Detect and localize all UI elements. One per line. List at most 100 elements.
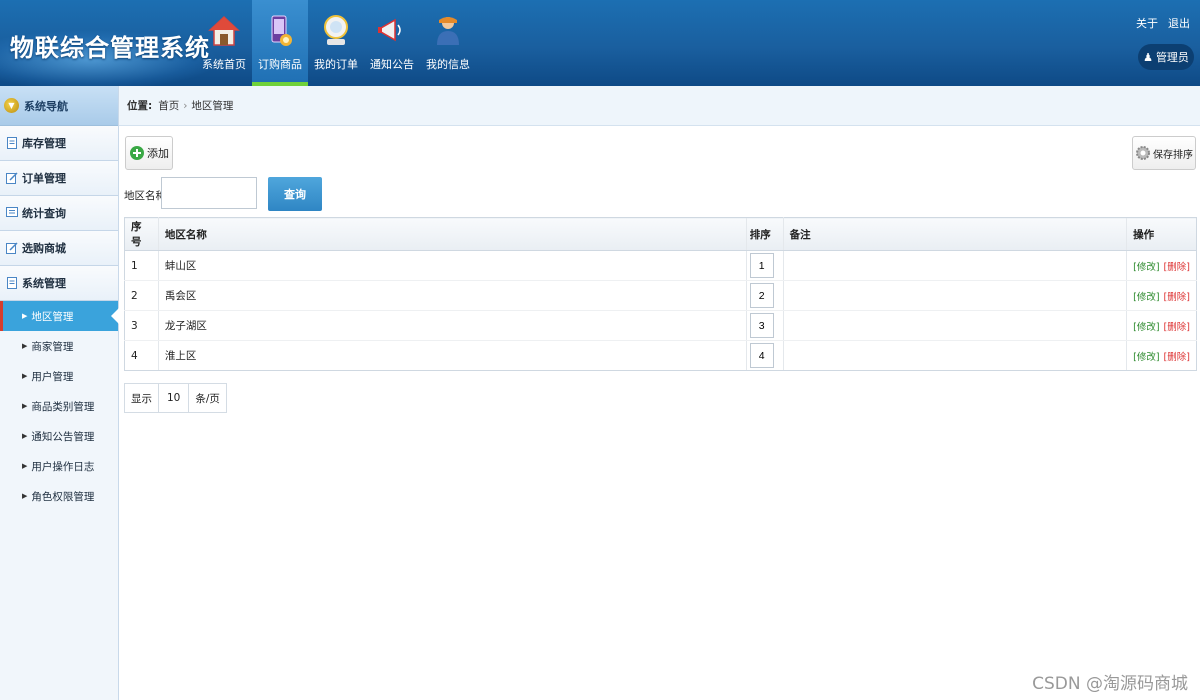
breadcrumb-home[interactable]: 首页 <box>158 98 179 113</box>
cell-note <box>783 340 1127 371</box>
cell-ops: [修改] [删除] <box>1126 280 1197 311</box>
table-row: 2 禹会区 [修改] [删除] <box>124 280 1197 311</box>
app-brand: 物联综合管理系统 <box>10 34 210 62</box>
triangle-right-icon: ▶ <box>22 312 28 320</box>
cell-idx: 2 <box>124 280 159 311</box>
nav-item-notices[interactable]: 通知公告 <box>364 0 420 86</box>
cell-sort <box>745 250 784 281</box>
menu-group-label: 统计查询 <box>22 207 66 220</box>
nav-item-my-info[interactable]: 我的信息 <box>420 0 476 86</box>
sidebar-item-label: 用户操作日志 <box>31 460 95 473</box>
sidebar-item-category[interactable]: ▶ 商品类别管理 <box>0 391 118 421</box>
pager: 显示 10 条/页 <box>124 383 227 413</box>
logout-link[interactable]: 退出 <box>1168 15 1190 31</box>
pager-show-label: 显示 <box>131 392 152 405</box>
menu-group-mall[interactable]: 选购商城 <box>0 231 118 266</box>
sort-input[interactable] <box>749 313 774 338</box>
nav-label: 系统首页 <box>202 58 246 71</box>
page-size-select[interactable]: 10 <box>158 384 190 412</box>
sidebar-item-label: 通知公告管理 <box>31 430 95 443</box>
sidebar-item-notice[interactable]: ▶ 通知公告管理 <box>0 421 118 451</box>
cell-note <box>783 250 1127 281</box>
edit-icon <box>6 172 18 184</box>
phone-icon <box>271 15 292 46</box>
about-link[interactable]: 关于 <box>1136 15 1158 31</box>
cell-idx: 3 <box>124 310 159 341</box>
delete-link[interactable]: [删除] <box>1164 322 1190 333</box>
sidebar-item-region[interactable]: ▶ 地区管理 <box>0 301 119 331</box>
triangle-right-icon: ▶ <box>22 432 28 440</box>
col-header-idx: 序号 <box>124 217 159 251</box>
delete-link[interactable]: [删除] <box>1164 292 1190 303</box>
breadcrumb-separator: › <box>183 99 188 112</box>
cell-sort <box>745 340 784 371</box>
sort-input[interactable] <box>749 343 774 368</box>
menu-group-label: 选购商城 <box>22 242 66 255</box>
menu-group-inventory[interactable]: 库存管理 <box>0 126 118 161</box>
region-name-input[interactable] <box>161 177 257 209</box>
region-table: 序号 地区名称 排序 备注 操作 1 蚌山区 [修改] [删除] 2 禹会区 [修… <box>124 217 1197 371</box>
sort-input[interactable] <box>749 283 774 308</box>
cell-idx: 1 <box>124 250 159 281</box>
user-badge[interactable]: ♟ 管理员 <box>1138 44 1194 70</box>
edit-link[interactable]: [修改] <box>1133 352 1159 363</box>
sidebar-item-merchant[interactable]: ▶ 商家管理 <box>0 331 118 361</box>
sidebar-header: ▼ 系统导航 <box>0 86 118 126</box>
add-button-label: 添加 <box>147 147 169 160</box>
menu-group-orders[interactable]: 订单管理 <box>0 161 118 196</box>
sidebar-title: 系统导航 <box>24 99 68 113</box>
cell-name: 蚌山区 <box>158 250 747 281</box>
cell-ops: [修改] [删除] <box>1126 250 1197 281</box>
sidebar-item-label: 商家管理 <box>31 340 74 353</box>
cell-sort <box>745 280 784 311</box>
triangle-right-icon: ▶ <box>22 342 28 350</box>
nav-item-my-orders[interactable]: 我的订单 <box>308 0 364 86</box>
chevron-down-icon: ▼ <box>4 98 19 113</box>
gear-icon <box>1136 146 1150 160</box>
save-sort-button[interactable]: 保存排序 <box>1132 136 1196 170</box>
col-header-note: 备注 <box>783 217 1127 251</box>
document-icon <box>7 137 17 149</box>
nav-label: 我的信息 <box>426 58 470 71</box>
plus-circle-icon <box>130 146 144 160</box>
sidebar-item-label: 地区管理 <box>31 310 74 323</box>
sidebar-item-users[interactable]: ▶ 用户管理 <box>0 361 118 391</box>
sidebar-item-log[interactable]: ▶ 用户操作日志 <box>0 451 118 481</box>
edit-link[interactable]: [修改] <box>1133 322 1159 333</box>
nav-label: 订购商品 <box>258 58 302 71</box>
table-header-row: 序号 地区名称 排序 备注 操作 <box>124 217 1197 251</box>
triangle-right-icon: ▶ <box>22 372 28 380</box>
sort-input[interactable] <box>749 253 774 278</box>
cell-note <box>783 310 1127 341</box>
list-icon <box>6 207 18 217</box>
sidebar-item-roles[interactable]: ▶ 角色权限管理 <box>0 481 118 511</box>
query-button[interactable]: 查询 <box>268 177 322 211</box>
delete-link[interactable]: [删除] <box>1164 262 1190 273</box>
menu-group-statistics[interactable]: 统计查询 <box>0 196 118 231</box>
triangle-right-icon: ▶ <box>22 492 28 500</box>
house-icon <box>208 15 240 46</box>
top-links: 关于 退出 <box>1136 15 1190 31</box>
triangle-right-icon: ▶ <box>22 402 28 410</box>
nav-item-home[interactable]: 系统首页 <box>196 0 252 86</box>
table-row: 4 淮上区 [修改] [删除] <box>124 340 1197 371</box>
cell-sort <box>745 310 784 341</box>
monitor-icon <box>324 15 348 45</box>
edit-link[interactable]: [修改] <box>1133 262 1159 273</box>
watermark: CSDN @淘源码商城 <box>1032 674 1188 694</box>
edit-link[interactable]: [修改] <box>1133 292 1159 303</box>
app-header: 物联综合管理系统 系统首页 订购商品 我的订单 通知公告 我的信息 关于 退出 … <box>0 0 1200 86</box>
sidebar: ▼ 系统导航 库存管理 订单管理 统计查询 选购商城 系统管理 ▶ 地区管理 ▶… <box>0 86 119 700</box>
main-content: 位置: 首页 › 地区管理 添加 保存排序 地区名称 查询 序号 地区名称 排序… <box>119 86 1200 700</box>
delete-link[interactable]: [删除] <box>1164 352 1190 363</box>
menu-group-system[interactable]: 系统管理 <box>0 266 118 301</box>
add-button[interactable]: 添加 <box>125 136 173 170</box>
document-icon <box>7 277 17 289</box>
sidebar-item-label: 商品类别管理 <box>31 400 95 413</box>
table-row: 1 蚌山区 [修改] [删除] <box>124 250 1197 281</box>
nav-item-order-goods[interactable]: 订购商品 <box>252 0 308 86</box>
cell-note <box>783 280 1127 311</box>
cell-ops: [修改] [删除] <box>1126 340 1197 371</box>
person-icon: ♟ <box>1143 50 1153 64</box>
breadcrumb-prefix: 位置: <box>127 100 153 112</box>
